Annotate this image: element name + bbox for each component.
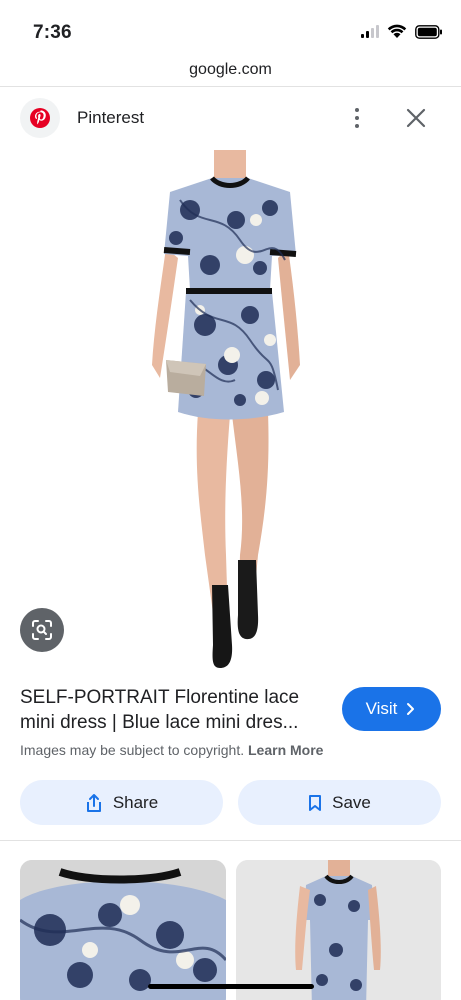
result-title-line-2: mini dress | Blue lace mini dres...	[20, 712, 299, 733]
related-images	[0, 860, 461, 1000]
home-indicator[interactable]	[148, 984, 314, 989]
save-button[interactable]: Save	[238, 780, 441, 825]
source-header: Pinterest	[0, 94, 461, 142]
more-options-icon[interactable]	[345, 104, 369, 132]
divider	[0, 86, 461, 87]
copyright-notice: Images may be subject to copyright. Lear…	[20, 742, 323, 758]
visit-button[interactable]: Visit	[342, 687, 441, 731]
bookmark-icon	[309, 794, 322, 811]
result-title[interactable]: SELF-PORTRAIT Florentine lace mini dress…	[20, 685, 320, 735]
chevron-right-icon	[407, 703, 415, 715]
share-label: Share	[112, 792, 159, 812]
related-image-card[interactable]	[236, 860, 441, 1000]
wifi-icon	[387, 24, 407, 39]
battery-icon	[415, 24, 443, 39]
url-bar[interactable]: google.com	[0, 58, 461, 86]
pinterest-logo-icon[interactable]	[20, 98, 60, 138]
lens-search-button[interactable]	[20, 608, 64, 652]
result-title-line-1: SELF-PORTRAIT Florentine lace	[20, 687, 300, 708]
close-icon[interactable]	[402, 104, 430, 132]
source-name[interactable]: Pinterest	[77, 108, 144, 128]
visit-label: Visit	[365, 699, 398, 718]
product-image[interactable]	[0, 150, 461, 670]
share-icon	[86, 793, 101, 812]
status-bar: 7:36	[0, 0, 461, 58]
related-image-card[interactable]	[20, 860, 226, 1000]
save-label: Save	[332, 792, 371, 812]
status-time: 7:36	[33, 22, 72, 43]
share-button[interactable]: Share	[20, 780, 223, 825]
status-icons	[361, 24, 443, 39]
learn-more-link[interactable]: Learn More	[248, 742, 323, 758]
lens-icon	[32, 620, 52, 640]
cellular-signal-icon	[361, 25, 379, 38]
copyright-text: Images may be subject to copyright.	[20, 742, 245, 758]
divider	[0, 840, 461, 841]
